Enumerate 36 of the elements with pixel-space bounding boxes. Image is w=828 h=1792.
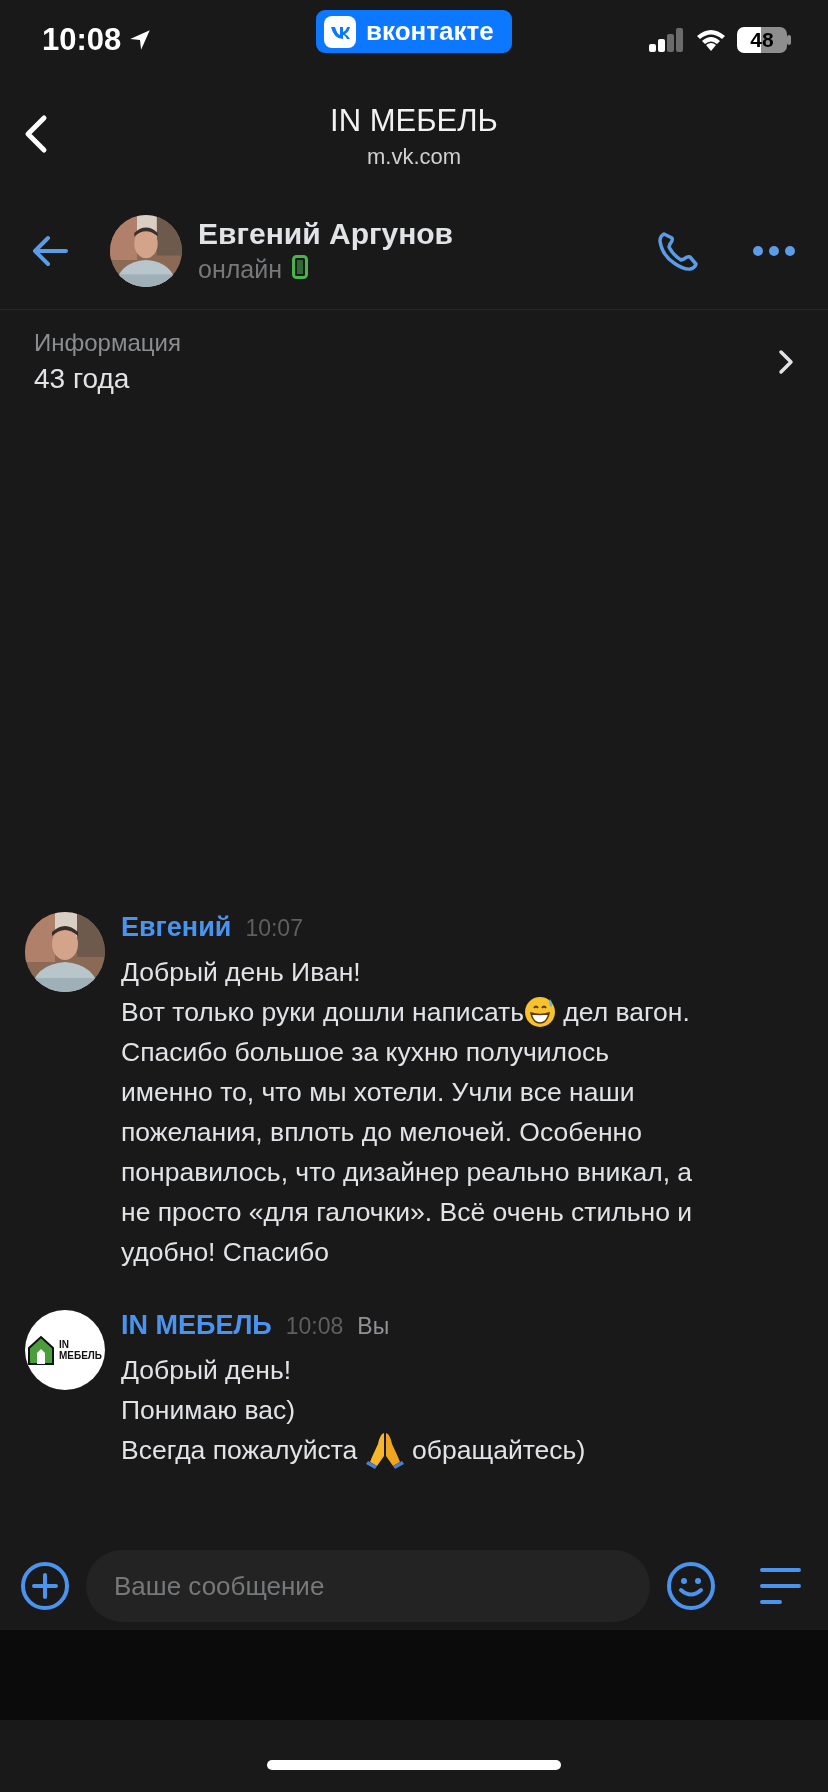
message-text: Добрый день! Понимаю вас) <box>121 1354 295 1427</box>
message-text: Всегда пожалуйста <box>121 1434 359 1467</box>
message-text: Спасибо большое за кухню получилось именно то, что мы хотели. Учли все наши пожелания, вплоть до мелочей. Особенно понравилось, что дизайнер реально вникал, а не просто «для галочки». Всё очень стильно и удобно! Спасибо <box>121 1036 693 1269</box>
info-value[interactable]: 43 года <box>34 363 778 395</box>
online-status: онлайн <box>198 255 282 284</box>
page-title: IN МЕБЕЛЬ <box>330 102 498 140</box>
message-text: Добрый день Иван! <box>121 956 361 989</box>
logo-text: IN <box>58 1339 70 1350</box>
message-text: обращайтесь) <box>411 1434 586 1467</box>
own-label: Вы <box>357 1313 390 1340</box>
message-text: Вот только руки дошли написать <box>121 996 524 1029</box>
logo-text: МЕБЕЛЬ <box>58 1350 103 1361</box>
clock-time: 10:08 <box>42 22 122 58</box>
message-text: дел вагон. <box>562 996 690 1029</box>
info-label: Информация <box>34 329 182 357</box>
more-dots-icon <box>752 244 796 257</box>
author-name[interactable]: Евгений <box>121 912 232 943</box>
app-badge[interactable]: вконтакте <box>316 10 512 53</box>
wifi-icon <box>695 28 727 52</box>
author-name[interactable]: IN МЕБЕЛЬ <box>121 1310 272 1341</box>
chevron-right-icon[interactable] <box>778 349 794 375</box>
praying-hands-emoji-icon <box>364 1430 405 1470</box>
grinning-sweat-emoji-icon <box>524 996 556 1028</box>
emoji-button[interactable] <box>664 1559 718 1613</box>
message-time: 10:08 <box>285 1313 344 1340</box>
vk-logo-icon <box>324 15 356 48</box>
smiley-icon <box>666 1561 716 1611</box>
message-input[interactable]: Ваше сообщение <box>86 1550 650 1622</box>
message-time: 10:07 <box>245 915 303 942</box>
plus-circle-icon <box>20 1561 70 1611</box>
page-url: m.vk.com <box>366 144 462 170</box>
menu-icon <box>758 1566 802 1606</box>
attach-button[interactable] <box>18 1559 72 1613</box>
contact-name: Евгений Аргунов <box>198 216 455 251</box>
signal-icon <box>649 28 685 52</box>
arrow-left-icon <box>30 233 70 268</box>
